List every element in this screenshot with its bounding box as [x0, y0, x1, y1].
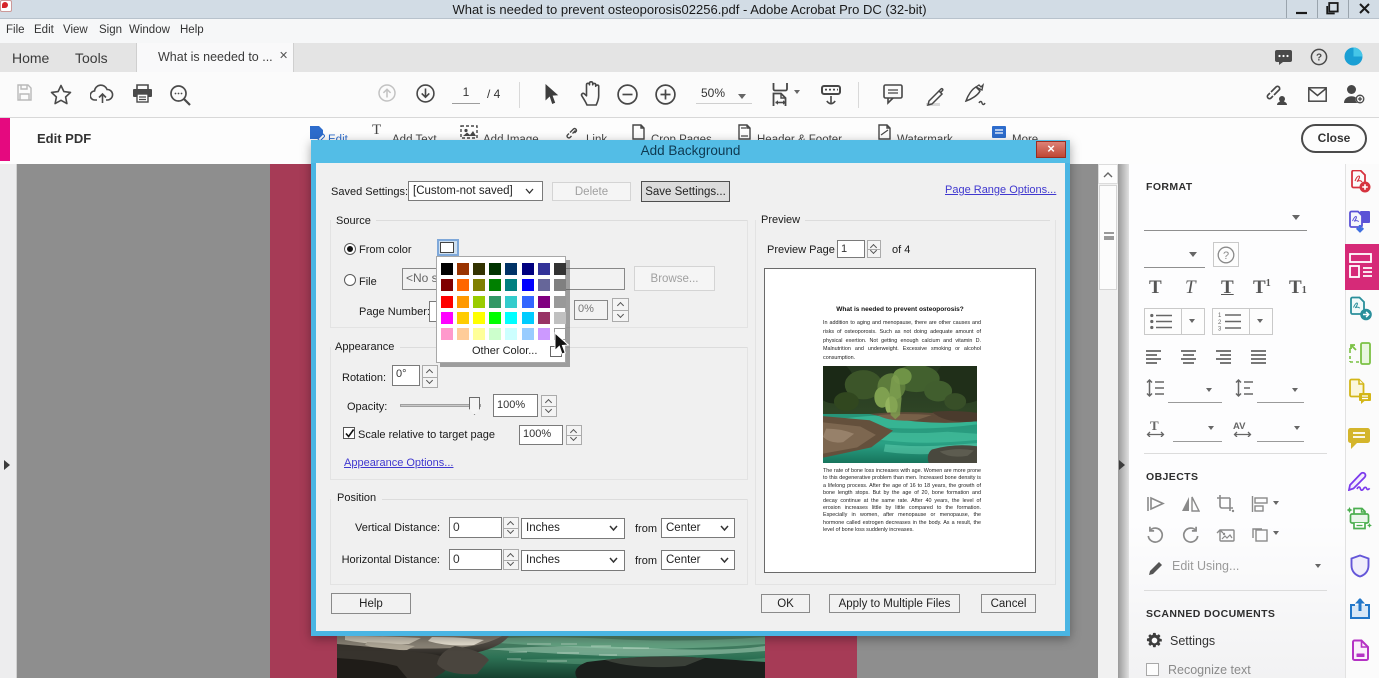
- svg-text:?: ?: [1223, 250, 1229, 262]
- svg-text:T: T: [1150, 419, 1159, 433]
- svg-text:3: 3: [1218, 327, 1222, 332]
- svg-text:AV: AV: [1233, 421, 1246, 432]
- svg-text:1: 1: [1218, 313, 1222, 319]
- svg-text:2: 2: [1218, 320, 1222, 326]
- svg-text:?: ?: [1316, 53, 1322, 64]
